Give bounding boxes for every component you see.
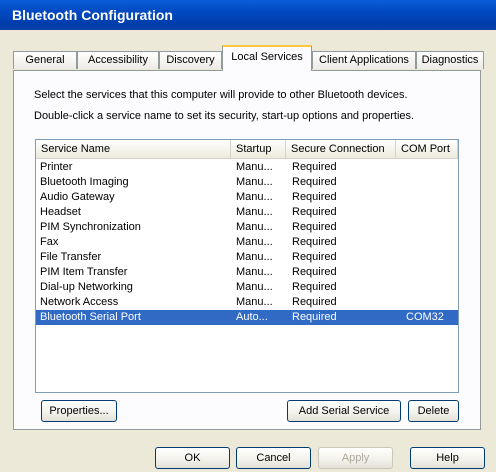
- com-port-value: [406, 265, 456, 280]
- list-row-headset[interactable]: Headset Manu... Required: [36, 205, 458, 220]
- startup-value: Manu...: [236, 236, 273, 248]
- tab-diagnostics[interactable]: Diagnostics: [416, 51, 484, 69]
- com-port-value: [406, 190, 456, 205]
- service-name: Bluetooth Imaging: [40, 176, 129, 188]
- com-port-value: [406, 250, 456, 265]
- service-name: PIM Item Transfer: [40, 266, 128, 278]
- service-name: Audio Gateway: [40, 191, 115, 203]
- list-row-pim-synchronization[interactable]: PIM Synchronization Manu... Required: [36, 220, 458, 235]
- bluetooth-config-window: Bluetooth Configuration General Accessib…: [0, 0, 496, 472]
- com-port-value: [406, 205, 456, 220]
- startup-value: Manu...: [236, 251, 273, 263]
- column-header-com-port[interactable]: COM Port: [396, 140, 458, 158]
- com-port-value: [406, 235, 456, 250]
- startup-value: Auto...: [236, 311, 268, 323]
- startup-value: Manu...: [236, 266, 273, 278]
- window-title: Bluetooth Configuration: [12, 7, 173, 23]
- tab-client-applications[interactable]: Client Applications: [312, 51, 416, 69]
- secure-value: Required: [292, 221, 337, 233]
- startup-value: Manu...: [236, 296, 273, 308]
- service-name: Fax: [40, 236, 59, 248]
- list-row-network-access[interactable]: Network Access Manu... Required: [36, 295, 458, 310]
- tab-local-services[interactable]: Local Services: [222, 45, 312, 71]
- tab-accessibility[interactable]: Accessibility: [77, 51, 159, 69]
- startup-value: Manu...: [236, 176, 273, 188]
- description-line-1: Select the services that this computer w…: [34, 89, 408, 101]
- apply-button[interactable]: Apply: [318, 447, 393, 469]
- secure-value: Required: [292, 296, 337, 308]
- secure-value: Required: [292, 251, 337, 263]
- service-name: Printer: [40, 161, 73, 173]
- secure-value: Required: [292, 161, 337, 173]
- secure-value: Required: [292, 281, 337, 293]
- service-name: Bluetooth Serial Port: [40, 311, 141, 323]
- secure-value: Required: [292, 206, 337, 218]
- list-row-bluetooth-serial-port[interactable]: Bluetooth Serial Port Auto... Required C…: [36, 310, 458, 325]
- tab-discovery[interactable]: Discovery: [159, 51, 222, 69]
- startup-value: Manu...: [236, 281, 273, 293]
- startup-value: Manu...: [236, 191, 273, 203]
- list-header: Service Name Startup Secure Connection C…: [36, 140, 458, 159]
- list-row-printer[interactable]: Printer Manu... Required: [36, 160, 458, 175]
- secure-value: Required: [292, 236, 337, 248]
- column-header-service-name[interactable]: Service Name: [36, 140, 231, 158]
- service-name: File Transfer: [40, 251, 102, 263]
- startup-value: Manu...: [236, 221, 273, 233]
- services-list[interactable]: Service Name Startup Secure Connection C…: [35, 139, 459, 393]
- com-port-value: COM32: [406, 311, 444, 323]
- service-name: Dial-up Networking: [40, 281, 133, 293]
- list-row-bluetooth-imaging[interactable]: Bluetooth Imaging Manu... Required: [36, 175, 458, 190]
- list-row-file-transfer[interactable]: File Transfer Manu... Required: [36, 250, 458, 265]
- com-port-value: [406, 280, 456, 295]
- service-name: Network Access: [40, 296, 119, 308]
- secure-value: Required: [292, 176, 337, 188]
- com-port-value: [406, 175, 456, 190]
- service-name: Headset: [40, 206, 81, 218]
- column-header-secure-connection[interactable]: Secure Connection: [286, 140, 396, 158]
- startup-value: Manu...: [236, 161, 273, 173]
- properties-button[interactable]: Properties...: [41, 400, 117, 422]
- com-port-value: [406, 220, 456, 235]
- list-row-pim-item-transfer[interactable]: PIM Item Transfer Manu... Required: [36, 265, 458, 280]
- delete-button[interactable]: Delete: [408, 400, 459, 422]
- tab-general[interactable]: General: [13, 51, 77, 69]
- list-row-fax[interactable]: Fax Manu... Required: [36, 235, 458, 250]
- list-row-dial-up-networking[interactable]: Dial-up Networking Manu... Required: [36, 280, 458, 295]
- service-name: PIM Synchronization: [40, 221, 141, 233]
- secure-value: Required: [292, 191, 337, 203]
- help-button[interactable]: Help: [410, 447, 485, 469]
- startup-value: Manu...: [236, 206, 273, 218]
- secure-value: Required: [292, 311, 337, 323]
- secure-value: Required: [292, 266, 337, 278]
- list-row-audio-gateway[interactable]: Audio Gateway Manu... Required: [36, 190, 458, 205]
- title-bar[interactable]: Bluetooth Configuration: [0, 0, 496, 30]
- com-port-value: [406, 295, 456, 310]
- cancel-button[interactable]: Cancel: [236, 447, 311, 469]
- column-header-startup[interactable]: Startup: [231, 140, 286, 158]
- local-services-panel: Select the services that this computer w…: [13, 70, 481, 430]
- ok-button[interactable]: OK: [155, 447, 230, 469]
- tab-strip: General Accessibility Discovery Local Se…: [13, 45, 493, 71]
- add-serial-service-button[interactable]: Add Serial Service: [287, 400, 401, 422]
- com-port-value: [406, 160, 456, 175]
- description-line-2: Double-click a service name to set its s…: [34, 110, 415, 122]
